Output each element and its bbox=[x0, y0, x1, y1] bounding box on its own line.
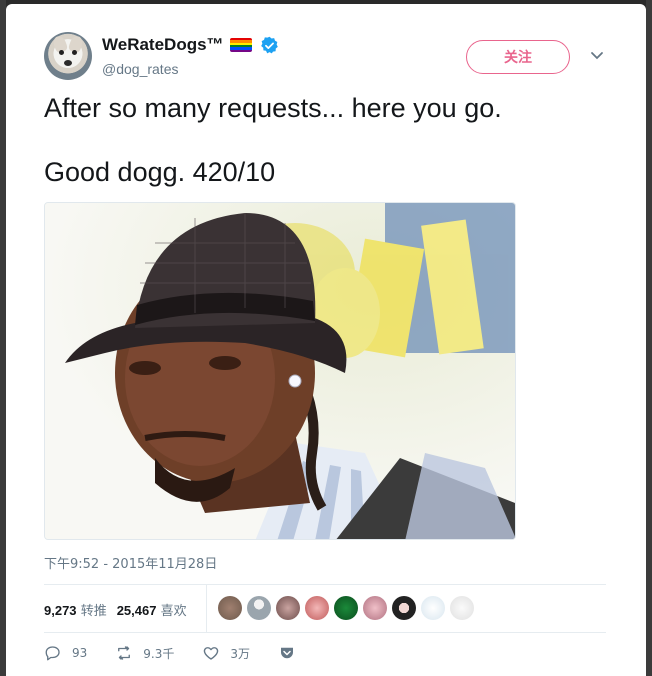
liker-avatar[interactable] bbox=[421, 596, 445, 620]
divider bbox=[206, 584, 207, 632]
liker-avatar[interactable] bbox=[276, 596, 300, 620]
tweet-actions: 93 9.3千 3万 bbox=[44, 644, 324, 662]
liker-avatar[interactable] bbox=[392, 596, 416, 620]
likers-avatars bbox=[218, 596, 474, 620]
retweet-icon bbox=[118, 646, 131, 660]
tweet-header: WeRateDogs™ @dog_rates 关注 bbox=[44, 32, 614, 86]
liker-avatar[interactable] bbox=[305, 596, 329, 620]
reply-icon bbox=[45, 646, 60, 661]
tweet-timestamp[interactable]: 下午9:52 - 2015年11月28日 bbox=[44, 553, 217, 572]
save-button[interactable] bbox=[278, 644, 296, 662]
reply-count: 93 bbox=[72, 646, 88, 660]
display-name[interactable]: WeRateDogs™ bbox=[102, 35, 224, 55]
rainbow-flag-icon bbox=[229, 38, 252, 52]
liker-avatar[interactable] bbox=[334, 596, 358, 620]
liker-avatar[interactable] bbox=[218, 596, 242, 620]
like-button[interactable]: 3万 bbox=[202, 644, 250, 662]
pocket-icon bbox=[281, 647, 294, 659]
follow-button[interactable]: 关注 bbox=[466, 40, 570, 74]
reply-button[interactable]: 93 bbox=[44, 644, 87, 662]
retweet-count: 9.3千 bbox=[143, 646, 175, 661]
chevron-down-icon[interactable] bbox=[590, 48, 604, 62]
retweets-stat[interactable]: 9,273 转推 bbox=[44, 600, 107, 619]
liker-avatar[interactable] bbox=[450, 596, 474, 620]
dog-avatar[interactable] bbox=[44, 32, 92, 80]
heart-icon bbox=[204, 647, 219, 660]
divider bbox=[44, 632, 606, 633]
tweet-text: After so many requests... here you go. G… bbox=[44, 93, 502, 187]
liker-avatar[interactable] bbox=[363, 596, 387, 620]
name-line: WeRateDogs™ bbox=[102, 35, 279, 55]
tweet-photo[interactable] bbox=[44, 202, 516, 540]
likes-stat[interactable]: 25,467 喜欢 bbox=[117, 600, 187, 619]
liker-avatar[interactable] bbox=[247, 596, 271, 620]
verified-badge-icon bbox=[260, 36, 278, 53]
retweet-button[interactable]: 9.3千 bbox=[115, 644, 174, 662]
user-handle[interactable]: @dog_rates bbox=[102, 61, 178, 77]
like-count: 3万 bbox=[230, 646, 251, 661]
divider bbox=[44, 584, 606, 585]
tweet-stats: 9,273 转推 25,467 喜欢 bbox=[44, 594, 197, 624]
tweet-card: WeRateDogs™ @dog_rates 关注 After so many … bbox=[6, 4, 646, 676]
